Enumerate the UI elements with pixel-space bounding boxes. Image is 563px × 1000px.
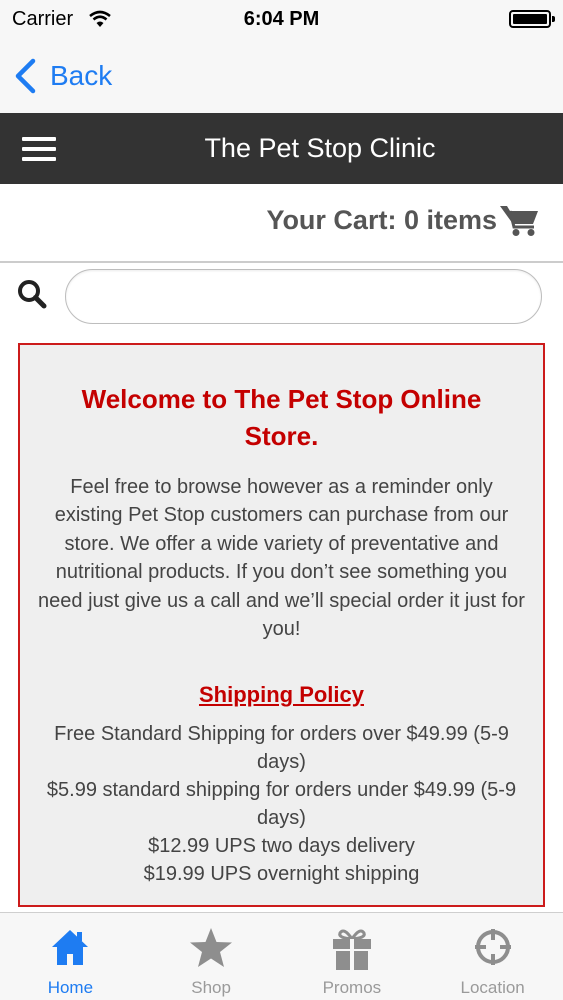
back-label: Back [50, 60, 113, 91]
policy-line: Free Standard Shipping for orders over $… [54, 723, 509, 773]
welcome-text: Feel free to browse however as a reminde… [38, 476, 525, 641]
tab-promos[interactable]: Promos [282, 913, 423, 1000]
tab-bar: Home Shop Promos Location [0, 912, 563, 1000]
chevron-left-icon [15, 58, 36, 94]
cart-button[interactable]: Your Cart: 0 items [266, 198, 539, 242]
back-button[interactable]: Back [14, 54, 112, 98]
page-title: The Pet Stop Clinic [204, 133, 436, 163]
tab-location[interactable]: Location [422, 913, 563, 1000]
tab-label: Home [47, 978, 94, 997]
search-input[interactable] [65, 269, 542, 324]
gift-icon [332, 929, 371, 970]
policy-line: $19.99 UPS overnight shipping [143, 863, 420, 885]
welcome-title: Welcome to The Pet Stop Online Store. [81, 384, 482, 451]
tab-home[interactable]: Home [0, 913, 141, 1000]
tab-label: Promos [322, 978, 382, 997]
tab-label: Shop [191, 978, 231, 997]
welcome-panel: Welcome to The Pet Stop Online Store. Fe… [18, 343, 545, 907]
status-bar: Carrier 6:04 PM [0, 0, 563, 40]
navigation-bar: Back [0, 40, 563, 113]
cart-label: Your Cart: 0 items [266, 204, 497, 235]
shipping-policy-list: Free Standard Shipping for orders over $… [20, 720, 543, 888]
search-icon[interactable] [16, 278, 48, 315]
app-header: The Pet Stop Clinic [0, 113, 563, 184]
shipping-policy-link[interactable]: Shipping Policy [20, 682, 543, 708]
tab-shop[interactable]: Shop [141, 913, 282, 1000]
divider [0, 261, 563, 263]
policy-line: $12.99 UPS two days delivery [148, 835, 415, 857]
home-icon [52, 930, 89, 965]
battery-icon [509, 10, 555, 28]
shopping-cart-icon [500, 206, 538, 236]
status-time: 6:04 PM [243, 8, 320, 30]
crosshair-icon [474, 929, 511, 965]
tab-label: Location [460, 978, 525, 997]
star-icon [190, 928, 233, 967]
policy-line: $5.99 standard shipping for orders under… [46, 779, 517, 829]
